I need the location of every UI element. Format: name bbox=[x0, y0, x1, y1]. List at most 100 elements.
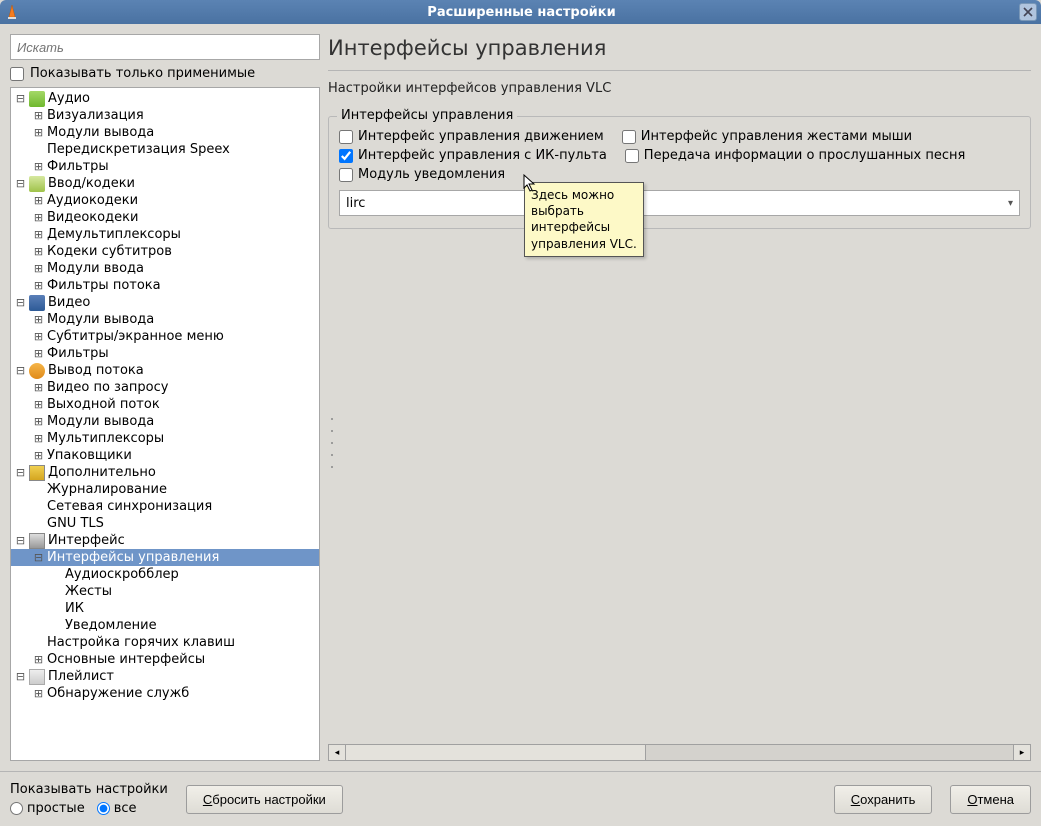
tree-item[interactable]: ⊟ Вывод потока bbox=[11, 362, 319, 379]
save-button[interactable]: Сохранить bbox=[834, 785, 933, 814]
show-applicable-input[interactable] bbox=[10, 67, 24, 81]
scroll-thumb[interactable] bbox=[346, 745, 646, 760]
tree-item[interactable]: ⊞Фильтры bbox=[11, 158, 319, 175]
tree-item[interactable]: ⊟ Аудио bbox=[11, 90, 319, 107]
tree-item[interactable]: ⊞Модули вывода bbox=[11, 311, 319, 328]
footer: Показывать настройки простые все Сбросит… bbox=[0, 771, 1041, 826]
expander-icon[interactable]: ⊟ bbox=[33, 551, 44, 564]
tree-item[interactable]: ⊞Кодеки субтитров bbox=[11, 243, 319, 260]
tree-item-label: Уведомление bbox=[65, 618, 157, 633]
tooltip: Здесь можновыбратьинтерфейсыуправления V… bbox=[524, 182, 644, 257]
tree-item[interactable]: ⊞Видео по запросу bbox=[11, 379, 319, 396]
window-title: Расширенные настройки bbox=[24, 5, 1019, 20]
tree-item[interactable]: ⊞Упаковщики bbox=[11, 447, 319, 464]
expander-icon[interactable]: ⊞ bbox=[33, 279, 44, 292]
expander-icon[interactable]: ⊟ bbox=[15, 534, 26, 547]
fieldset-legend: Интерфейсы управления bbox=[337, 108, 517, 123]
expander-icon[interactable]: ⊞ bbox=[33, 160, 44, 173]
tree-item[interactable]: ⊞Модули вывода bbox=[11, 413, 319, 430]
checkbox-scrobble[interactable]: Передача информации о прослушанных песня bbox=[625, 148, 966, 163]
tree-item[interactable]: Настройка горячих клавиш bbox=[11, 634, 319, 651]
expander-icon[interactable]: ⊞ bbox=[33, 228, 44, 241]
tree-item[interactable]: Журналирование bbox=[11, 481, 319, 498]
expander-icon[interactable]: ⊞ bbox=[33, 415, 44, 428]
tree-item-label: Модули вывода bbox=[47, 125, 154, 140]
tree-item[interactable]: ⊞Фильтры потока bbox=[11, 277, 319, 294]
expander-icon[interactable]: ⊟ bbox=[15, 177, 26, 190]
tree-item[interactable]: ⊞Модули вывода bbox=[11, 124, 319, 141]
expander-icon[interactable]: ⊞ bbox=[33, 687, 44, 700]
chevron-down-icon: ▾ bbox=[1008, 198, 1013, 209]
expander-icon[interactable]: ⊞ bbox=[33, 381, 44, 394]
tree-item-label: Вывод потока bbox=[48, 363, 144, 378]
expander-icon[interactable]: ⊟ bbox=[15, 364, 26, 377]
interface-dropdown[interactable]: lirc ▾ bbox=[339, 190, 1020, 216]
expander-icon[interactable]: ⊞ bbox=[33, 109, 44, 122]
cancel-button[interactable]: Отмена bbox=[950, 785, 1031, 814]
expander-icon[interactable]: ⊞ bbox=[33, 194, 44, 207]
expander-icon[interactable]: ⊞ bbox=[33, 245, 44, 258]
divider bbox=[328, 70, 1031, 71]
checkbox-motion[interactable]: Интерфейс управления движением bbox=[339, 129, 604, 144]
tree-item[interactable]: ⊞Модули ввода bbox=[11, 260, 319, 277]
tree-item[interactable]: Аудиоскробблер bbox=[11, 566, 319, 583]
expander-icon[interactable]: ⊞ bbox=[33, 211, 44, 224]
expander-icon[interactable]: ⊞ bbox=[33, 398, 44, 411]
expander-icon[interactable]: ⊞ bbox=[33, 449, 44, 462]
radio-all[interactable]: все bbox=[97, 801, 137, 816]
tree-item[interactable]: ⊞Фильтры bbox=[11, 345, 319, 362]
tree-item-label: Ввод/кодеки bbox=[48, 176, 135, 191]
expander-icon[interactable]: ⊞ bbox=[33, 432, 44, 445]
tree-item[interactable]: ⊞Аудиокодеки bbox=[11, 192, 319, 209]
tree-item-label: Интерфейс bbox=[48, 533, 125, 548]
tree-item-label: Аудио bbox=[48, 91, 90, 106]
tree-item[interactable]: ⊟ Ввод/кодеки bbox=[11, 175, 319, 192]
checkbox-notify[interactable]: Модуль уведомления bbox=[339, 167, 505, 182]
scroll-left-button[interactable]: ◂ bbox=[329, 745, 346, 760]
tree-item[interactable]: ⊟Дополнительно bbox=[11, 464, 319, 481]
tree-item[interactable]: Жесты bbox=[11, 583, 319, 600]
tree-item[interactable]: ⊟Плейлист bbox=[11, 668, 319, 685]
tree-item-label: Настройка горячих клавиш bbox=[47, 635, 235, 650]
checkbox-mouse-gestures[interactable]: Интерфейс управления жестами мыши bbox=[622, 129, 912, 144]
tree-item[interactable]: ⊞Основные интерфейсы bbox=[11, 651, 319, 668]
checkbox-ir-remote[interactable]: Интерфейс управления с ИК-пульта bbox=[339, 148, 607, 163]
expander-icon[interactable]: ⊞ bbox=[33, 330, 44, 343]
expander-icon[interactable]: ⊞ bbox=[33, 313, 44, 326]
tree-item-label: Визуализация bbox=[47, 108, 144, 123]
tree-item[interactable]: Уведомление bbox=[11, 617, 319, 634]
tree-item[interactable]: ⊞Мультиплексоры bbox=[11, 430, 319, 447]
horizontal-scrollbar[interactable]: ◂ ▸ bbox=[328, 744, 1031, 761]
tree-item[interactable]: ⊞Визуализация bbox=[11, 107, 319, 124]
expander-icon[interactable]: ⊞ bbox=[33, 126, 44, 139]
expander-icon[interactable]: ⊟ bbox=[15, 466, 26, 479]
tree-item-label: Обнаружение служб bbox=[47, 686, 189, 701]
settings-tree[interactable]: ⊟Аудио⊞Визуализация⊞Модули выводаПередис… bbox=[10, 87, 320, 761]
tree-item[interactable]: Сетевая синхронизация bbox=[11, 498, 319, 515]
expander-icon[interactable]: ⊟ bbox=[15, 92, 26, 105]
expander-icon[interactable]: ⊞ bbox=[33, 653, 44, 666]
expander-icon[interactable]: ⊟ bbox=[15, 296, 26, 309]
tree-item[interactable]: ⊞Субтитры/экранное меню bbox=[11, 328, 319, 345]
expander-icon[interactable]: ⊟ bbox=[15, 670, 26, 683]
search-input[interactable] bbox=[10, 34, 320, 60]
show-applicable-checkbox[interactable]: Показывать только применимые bbox=[10, 66, 320, 81]
tree-item[interactable]: ⊞Демультиплексоры bbox=[11, 226, 319, 243]
scroll-right-button[interactable]: ▸ bbox=[1013, 745, 1030, 760]
tree-item[interactable]: Передискретизация Speex bbox=[11, 141, 319, 158]
tree-item[interactable]: ⊞Обнаружение служб bbox=[11, 685, 319, 702]
scroll-track[interactable] bbox=[346, 745, 1013, 760]
close-button[interactable] bbox=[1019, 3, 1037, 21]
tree-item[interactable]: ИК bbox=[11, 600, 319, 617]
tree-item[interactable]: GNU TLS bbox=[11, 515, 319, 532]
tree-item[interactable]: ⊞Видеокодеки bbox=[11, 209, 319, 226]
reset-button[interactable]: Сбросить настройки bbox=[186, 785, 343, 814]
tree-item[interactable]: ⊟ Интерфейс bbox=[11, 532, 319, 549]
expander-icon[interactable]: ⊞ bbox=[33, 347, 44, 360]
tree-item[interactable]: ⊟Видео bbox=[11, 294, 319, 311]
tree-item[interactable]: ⊟Интерфейсы управления bbox=[11, 549, 319, 566]
expander-icon[interactable]: ⊞ bbox=[33, 262, 44, 275]
splitter-handle[interactable] bbox=[329, 413, 335, 473]
radio-simple[interactable]: простые bbox=[10, 801, 85, 816]
tree-item[interactable]: ⊞Выходной поток bbox=[11, 396, 319, 413]
